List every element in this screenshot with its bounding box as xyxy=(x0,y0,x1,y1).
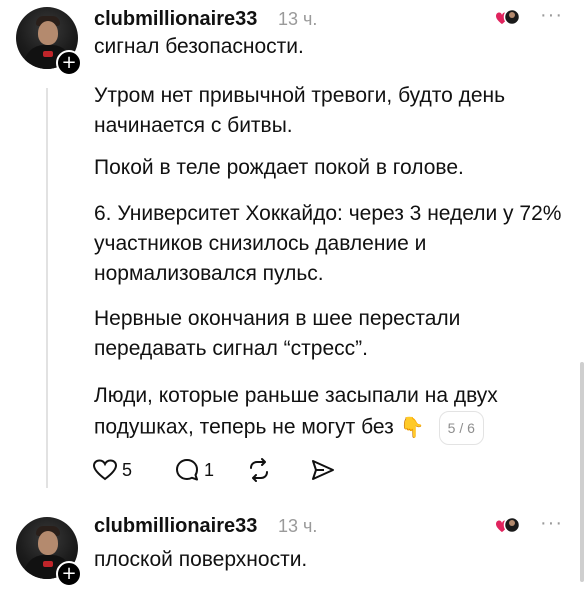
timestamp: 13 ч. xyxy=(278,9,318,29)
thread-post: + clubmillionaire33 13 ч. ··· сигнал без… xyxy=(0,0,588,582)
share-icon xyxy=(312,460,334,480)
post-paragraph: Нервные окончания в шее перестали переда… xyxy=(94,307,461,360)
reply-icon xyxy=(176,459,198,481)
username[interactable]: clubmillionaire33 xyxy=(94,8,257,31)
reply-count: 1 xyxy=(204,459,215,480)
share-button[interactable] xyxy=(310,456,336,484)
avatar-head xyxy=(38,21,58,45)
repost-button[interactable] xyxy=(246,456,272,484)
post-paragraph: Утром нет привычной тревоги, будто день … xyxy=(94,84,506,137)
follow-plus-icon[interactable]: + xyxy=(56,50,82,76)
post-paragraph-text: Люди, которые раньше засыпали на двух по… xyxy=(94,384,498,439)
post-paragraph-last: Люди, которые раньше засыпали на двух по… xyxy=(94,381,564,445)
more-icon[interactable]: ··· xyxy=(540,4,563,27)
post-paragraph: 6. Университет Хоккайдо: через 3 недели … xyxy=(94,202,562,285)
thread-post: + clubmillionaire33 13 ч. ··· плоской по… xyxy=(0,505,588,591)
follow-plus-icon[interactable]: + xyxy=(56,561,82,587)
timestamp: 13 ч. xyxy=(278,516,318,536)
reply-button[interactable]: 1 xyxy=(174,456,214,484)
reaction-icon[interactable] xyxy=(490,6,520,30)
like-icon xyxy=(92,459,118,481)
post-paragraph: Покой в теле рождает покой в голове. xyxy=(94,156,464,179)
avatar-head xyxy=(38,531,58,555)
like-count: 5 xyxy=(122,459,133,480)
avatar-accent xyxy=(43,51,53,57)
post-text-line: сигнал безопасности. xyxy=(94,35,304,58)
page-indicator: 5 / 6 xyxy=(438,411,484,445)
more-icon[interactable]: ··· xyxy=(540,512,563,535)
repost-icon xyxy=(250,458,268,482)
like-button[interactable]: 5 xyxy=(92,456,132,484)
reaction-icon[interactable] xyxy=(490,514,520,538)
thread-line xyxy=(46,88,48,488)
username[interactable]: clubmillionaire33 xyxy=(94,515,257,538)
avatar-accent xyxy=(43,561,53,567)
post-text-line: плоской поверхности. xyxy=(94,548,308,571)
pointing-down-emoji: 👇 xyxy=(399,416,425,439)
